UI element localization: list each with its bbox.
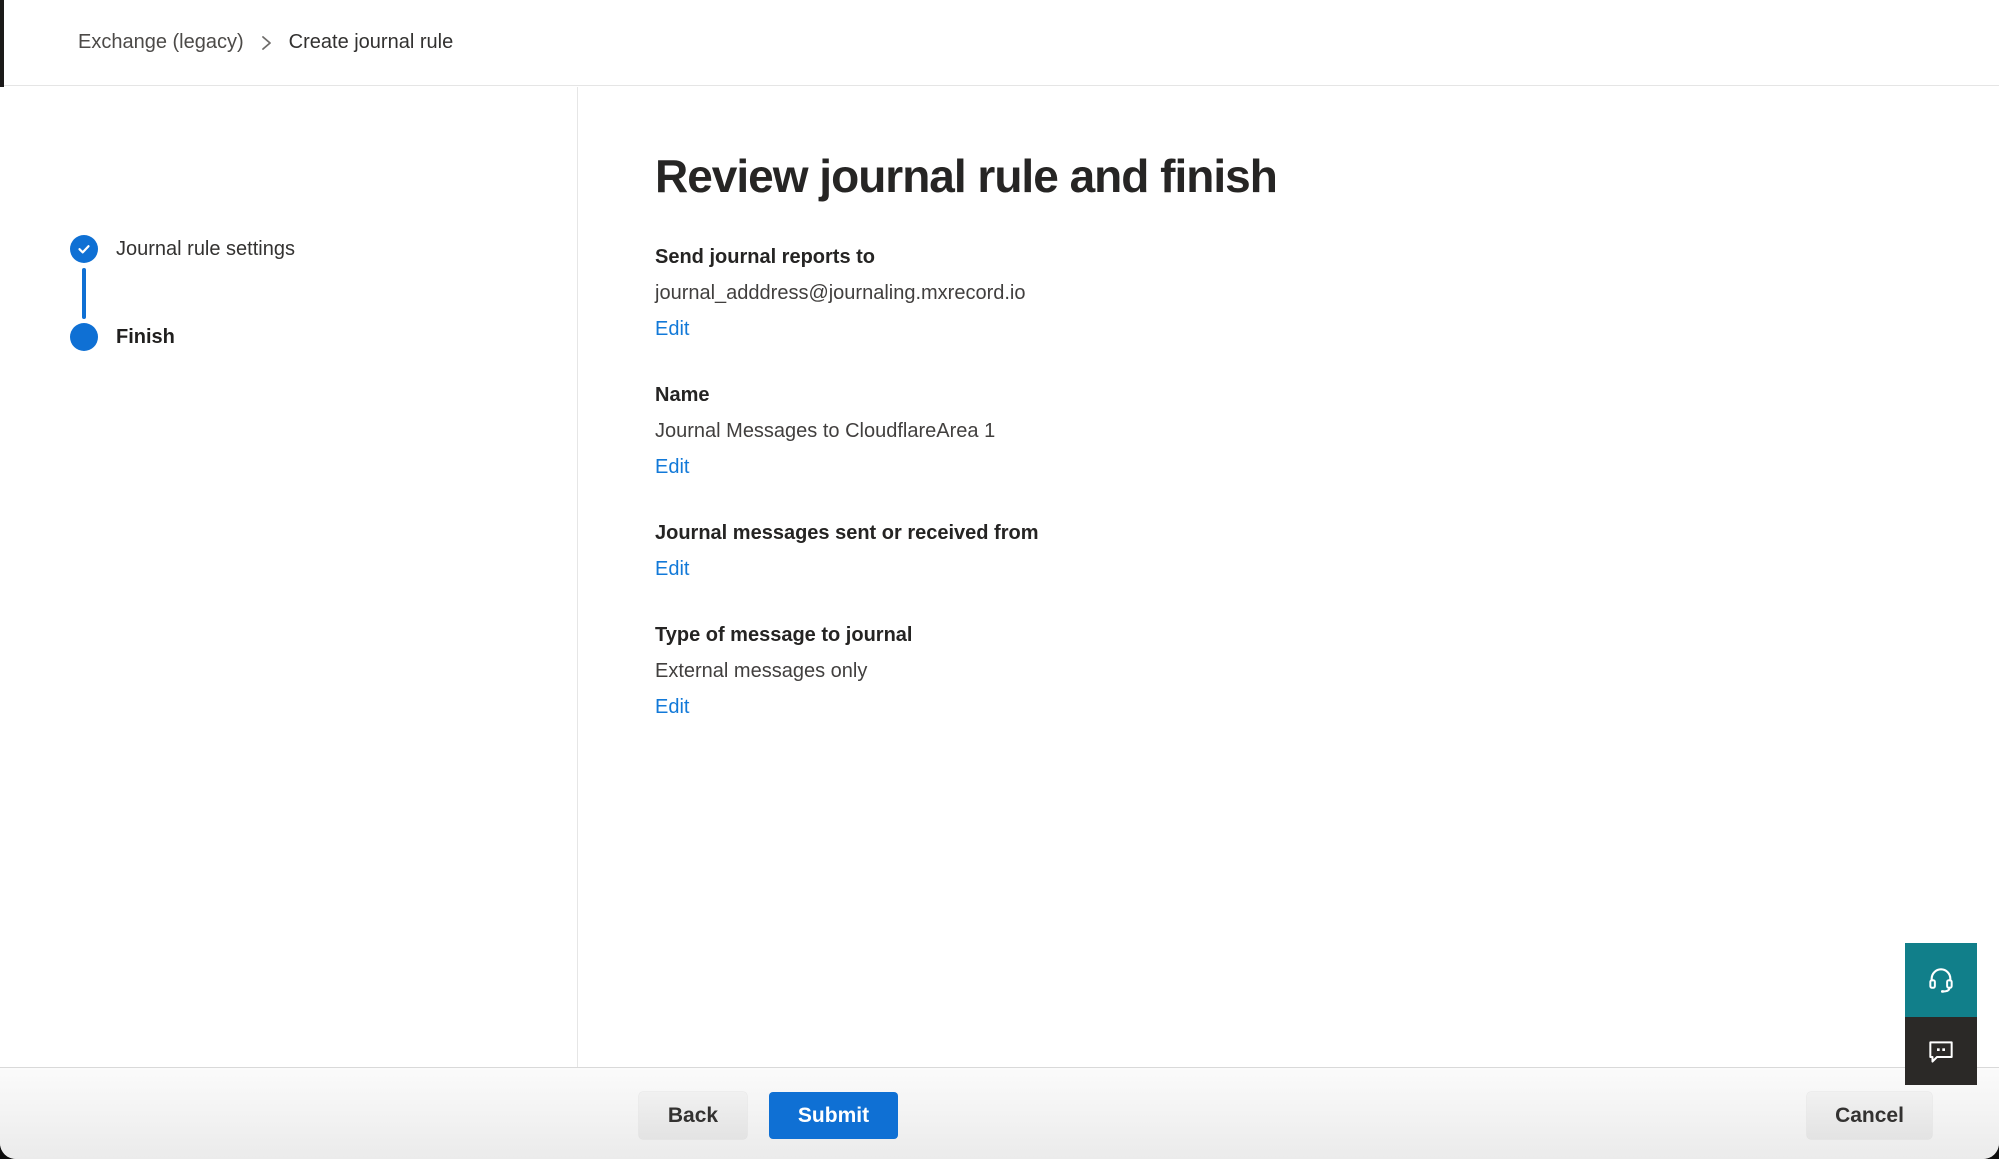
step-label: Journal rule settings	[116, 238, 295, 261]
back-button[interactable]: Back	[639, 1092, 747, 1139]
cancel-button[interactable]: Cancel	[1807, 1092, 1932, 1139]
edit-link-send-journal-reports-to[interactable]: Edit	[655, 311, 689, 347]
dot-icon	[70, 323, 98, 351]
step-connector-line	[82, 268, 86, 319]
chevron-right-icon	[260, 33, 273, 53]
wizard-steps-panel: Journal rule settings Finish	[0, 87, 578, 1067]
section-send-journal-reports-to: Send journal reports to journal_adddress…	[655, 239, 1999, 347]
step-label: Finish	[116, 326, 175, 349]
breadcrumb-exchange-legacy[interactable]: Exchange (legacy)	[78, 31, 244, 54]
section-label: Name	[655, 377, 1999, 413]
admin-center-window: Exchange (legacy) Create journal rule Jo…	[0, 0, 1999, 1159]
help-button[interactable]	[1905, 943, 1977, 1017]
step-journal-rule-settings[interactable]: Journal rule settings	[70, 235, 295, 263]
action-bar: Back Submit Cancel	[0, 1067, 1999, 1159]
step-finish[interactable]: Finish	[70, 323, 175, 351]
section-type-of-message-to-journal: Type of message to journal External mess…	[655, 617, 1999, 725]
section-value: External messages only	[655, 653, 1999, 689]
edit-link-journal-messages-scope[interactable]: Edit	[655, 551, 689, 587]
section-label: Type of message to journal	[655, 617, 1999, 653]
section-value: journal_adddress@journaling.mxrecord.io	[655, 275, 1999, 311]
headset-icon	[1925, 964, 1957, 996]
breadcrumb-create-journal-rule: Create journal rule	[289, 31, 454, 54]
feedback-button[interactable]	[1905, 1017, 1977, 1085]
check-icon	[70, 235, 98, 263]
chat-bubble-icon	[1925, 1035, 1957, 1067]
section-label: Journal messages sent or received from	[655, 515, 1999, 551]
section-name: Name Journal Messages to CloudflareArea …	[655, 377, 1999, 485]
section-label: Send journal reports to	[655, 239, 1999, 275]
edit-link-type-of-message[interactable]: Edit	[655, 689, 689, 725]
section-value: Journal Messages to CloudflareArea 1	[655, 413, 1999, 449]
breadcrumb: Exchange (legacy) Create journal rule	[4, 0, 1999, 86]
page-title: Review journal rule and finish	[655, 149, 1999, 203]
section-journal-messages-sent-or-received-from: Journal messages sent or received from E…	[655, 515, 1999, 587]
edit-link-name[interactable]: Edit	[655, 449, 689, 485]
submit-button[interactable]: Submit	[769, 1092, 898, 1139]
review-pane: Review journal rule and finish Send jour…	[579, 87, 1999, 1067]
